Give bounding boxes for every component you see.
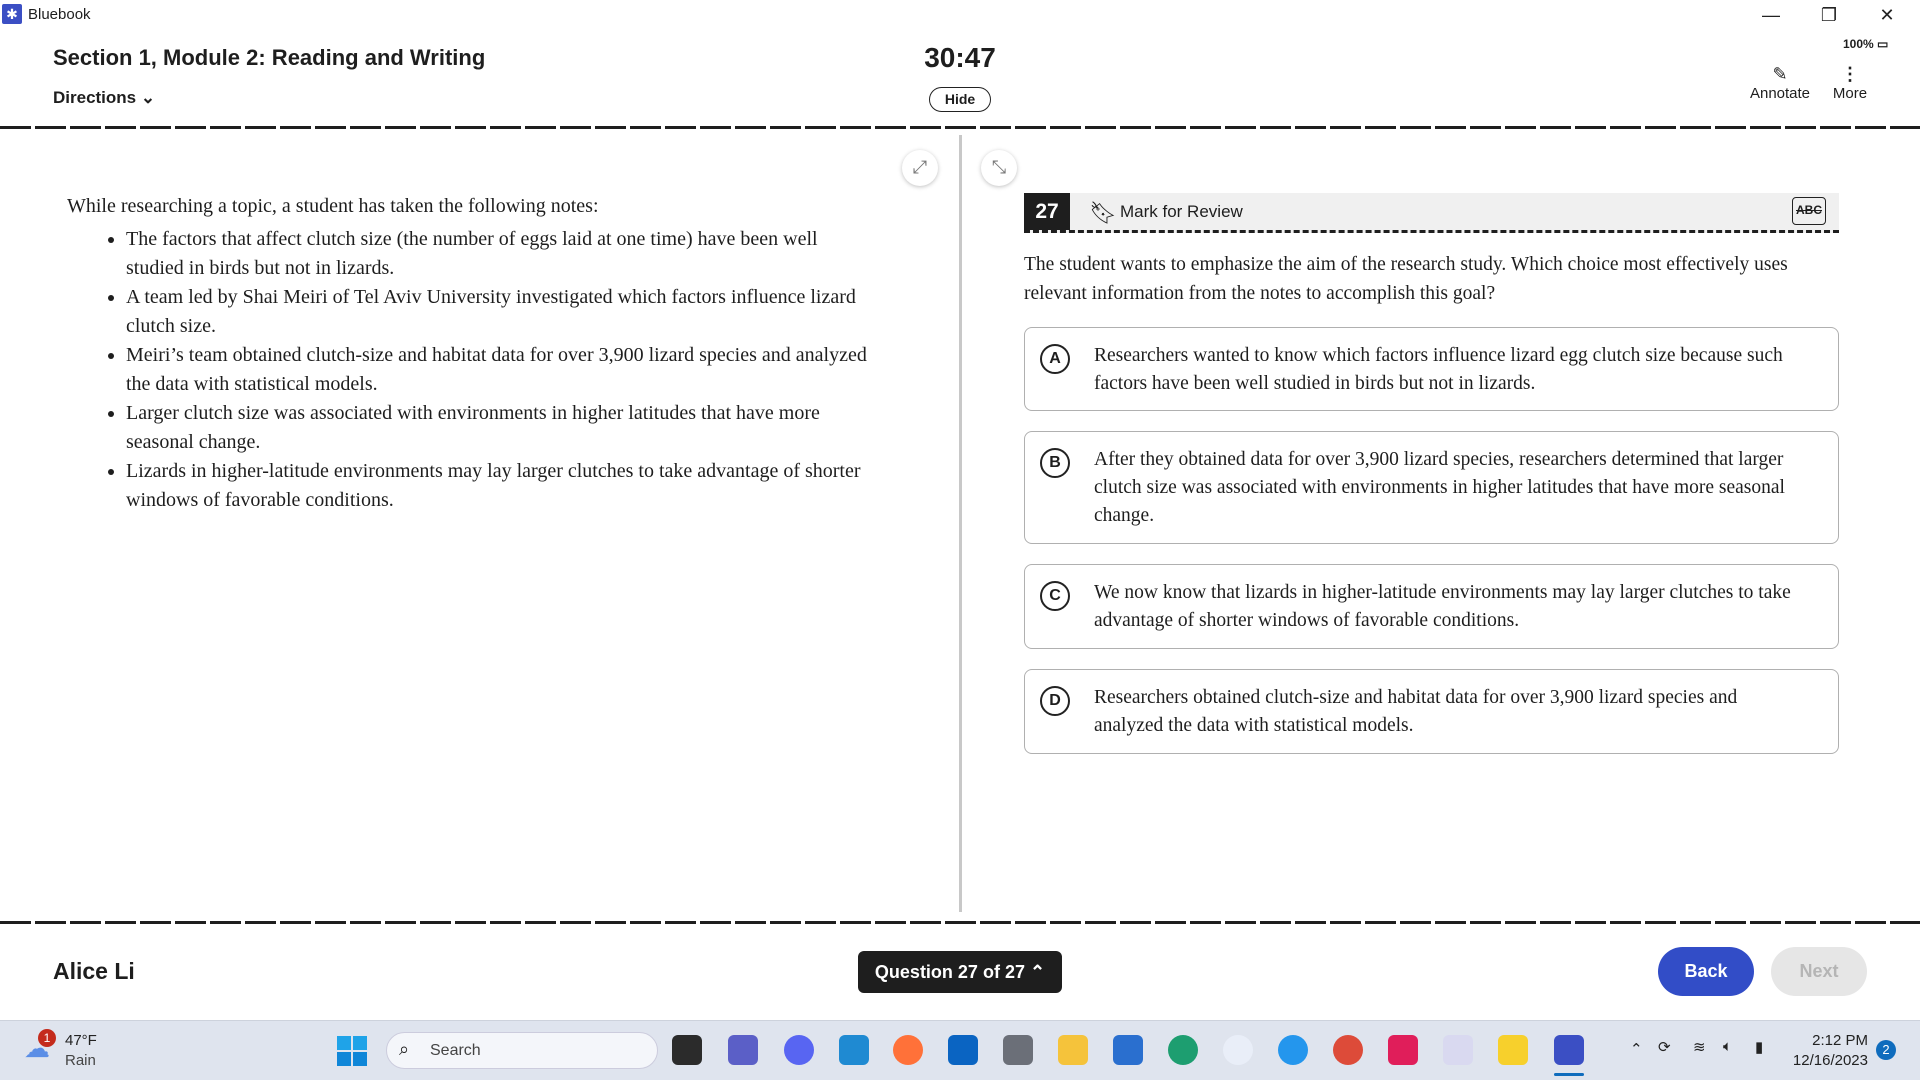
bookmark-icon[interactable]: 🔖︎ bbox=[1089, 200, 1117, 226]
option-eliminator-icon[interactable]: ABC bbox=[1792, 197, 1826, 225]
more-label: More bbox=[1832, 85, 1868, 102]
battery-status: 100% ▭ bbox=[1843, 37, 1888, 51]
question-nav-label: Question 27 of 27 bbox=[874, 962, 1025, 982]
calculator-icon[interactable] bbox=[1003, 1035, 1033, 1065]
note-bullet: Larger clutch size was associated with e… bbox=[126, 399, 877, 457]
header-divider bbox=[0, 126, 1920, 129]
search-icon: ⌕ bbox=[399, 1039, 410, 1059]
teams-icon[interactable] bbox=[728, 1035, 758, 1065]
windows-start-icon[interactable] bbox=[337, 1036, 367, 1066]
clock-time[interactable]: 2:12 PM bbox=[1780, 1032, 1868, 1049]
task-view-icon[interactable] bbox=[672, 1035, 702, 1065]
app-title: Bluebook bbox=[28, 6, 91, 23]
mark-for-review[interactable]: Mark for Review bbox=[1120, 200, 1243, 224]
chevron-down-icon: ⌄ bbox=[140, 88, 156, 107]
student-name: Alice Li bbox=[53, 958, 135, 984]
active-app-indicator bbox=[1554, 1073, 1584, 1076]
next-button[interactable]: Next bbox=[1771, 947, 1867, 996]
option-text: Researchers wanted to know which factors… bbox=[1094, 345, 1783, 394]
bluebook-logo-icon: ✱ bbox=[2, 4, 22, 24]
directions-toggle[interactable]: Directions ⌄ bbox=[53, 88, 155, 108]
slack-icon[interactable] bbox=[1388, 1035, 1418, 1065]
battery-tray-icon[interactable]: ▮ bbox=[1755, 1038, 1763, 1056]
timer: 30:47 bbox=[924, 42, 996, 73]
more-vertical-icon: ⋮ bbox=[1841, 64, 1859, 84]
docker-icon[interactable] bbox=[1278, 1035, 1308, 1065]
answer-option-a[interactable]: A Researchers wanted to know which facto… bbox=[1024, 327, 1839, 411]
app-icon[interactable] bbox=[1223, 1035, 1253, 1065]
pencil-icon: ✎ bbox=[1772, 64, 1788, 84]
file-explorer-icon[interactable] bbox=[1058, 1035, 1088, 1065]
minimize-button[interactable]: — bbox=[1748, 2, 1794, 28]
option-letter: B bbox=[1040, 448, 1070, 478]
firefox-icon[interactable] bbox=[893, 1035, 923, 1065]
more-button[interactable]: ⋮ More bbox=[1826, 64, 1874, 102]
restore-button[interactable]: ❐ bbox=[1806, 2, 1852, 28]
notification-badge[interactable]: 2 bbox=[1876, 1040, 1896, 1060]
weather-badge: 1 bbox=[38, 1029, 56, 1047]
passage: While researching a topic, a student has… bbox=[67, 192, 877, 515]
answer-option-c[interactable]: C We now know that lizards in higher-lat… bbox=[1024, 564, 1839, 649]
snipping-tool-icon[interactable] bbox=[1443, 1035, 1473, 1065]
battery-icon: ▭ bbox=[1877, 37, 1889, 51]
note-bullet: Meiri’s team obtained clutch-size and ha… bbox=[126, 341, 877, 399]
clock-date[interactable]: 12/16/2023 bbox=[1780, 1052, 1868, 1069]
answer-option-b[interactable]: B After they obtained data for over 3,90… bbox=[1024, 431, 1839, 544]
chrome-icon[interactable] bbox=[1333, 1035, 1363, 1065]
expand-passage-icon[interactable]: ⤢ bbox=[902, 150, 938, 186]
taskbar-search[interactable]: ⌕ Search bbox=[386, 1032, 658, 1069]
option-letter: D bbox=[1040, 686, 1070, 716]
passage-intro: While researching a topic, a student has… bbox=[67, 195, 599, 217]
chevron-up-icon: ⌃ bbox=[1029, 962, 1046, 982]
back-button[interactable]: Back bbox=[1658, 947, 1754, 996]
vscode-icon[interactable] bbox=[839, 1035, 869, 1065]
bluebook-taskbar-icon[interactable] bbox=[1554, 1035, 1584, 1065]
answer-option-d[interactable]: D Researchers obtained clutch-size and h… bbox=[1024, 669, 1839, 754]
weather-temp: 47°F bbox=[65, 1032, 97, 1049]
option-letter: C bbox=[1040, 581, 1070, 611]
sync-icon[interactable]: ⟳ bbox=[1658, 1038, 1671, 1056]
wifi-icon[interactable]: ≋ bbox=[1693, 1038, 1706, 1056]
hide-timer-button[interactable]: Hide bbox=[929, 87, 991, 112]
show-hidden-icons-icon[interactable]: ⌃ bbox=[1630, 1040, 1643, 1058]
volume-icon[interactable]: 🔈︎ bbox=[1723, 1038, 1732, 1055]
edge-icon[interactable] bbox=[1168, 1035, 1198, 1065]
discord-icon[interactable] bbox=[784, 1035, 814, 1065]
close-button[interactable]: ✕ bbox=[1864, 2, 1910, 28]
note-bullet: Lizards in higher-latitude environments … bbox=[126, 457, 877, 515]
option-text: We now know that lizards in higher-latit… bbox=[1094, 582, 1791, 631]
outlook-icon[interactable] bbox=[948, 1035, 978, 1065]
annotate-button[interactable]: ✎ Annotate bbox=[1746, 64, 1814, 102]
annotate-label: Annotate bbox=[1749, 85, 1811, 102]
pane-divider[interactable] bbox=[959, 135, 962, 912]
footer-divider bbox=[0, 921, 1920, 924]
directions-label: Directions bbox=[53, 88, 137, 107]
option-text: Researchers obtained clutch-size and hab… bbox=[1094, 687, 1738, 736]
weather-condition: Rain bbox=[65, 1052, 96, 1069]
option-letter: A bbox=[1040, 344, 1070, 374]
section-title: Section 1, Module 2: Reading and Writing bbox=[53, 45, 486, 70]
question-navigator-button[interactable]: Question 27 of 27 ⌃ bbox=[858, 951, 1062, 993]
battery-percent: 100% bbox=[1843, 37, 1874, 51]
question-header: 27 🔖︎ Mark for Review ABC bbox=[1024, 193, 1839, 233]
sticky-notes-icon[interactable] bbox=[1498, 1035, 1528, 1065]
question-prompt: The student wants to emphasize the aim o… bbox=[1024, 254, 1788, 304]
powershell-icon[interactable] bbox=[1113, 1035, 1143, 1065]
expand-question-icon[interactable]: ⤡ bbox=[981, 150, 1017, 186]
note-bullet: A team led by Shai Meiri of Tel Aviv Uni… bbox=[126, 283, 877, 341]
note-bullet: The factors that affect clutch size (the… bbox=[126, 225, 877, 283]
search-placeholder: Search bbox=[430, 1042, 481, 1059]
title-bar: ✱ Bluebook — ❐ ✕ bbox=[0, 0, 1920, 29]
option-text: After they obtained data for over 3,900 … bbox=[1094, 449, 1785, 526]
question-number: 27 bbox=[1024, 193, 1070, 230]
